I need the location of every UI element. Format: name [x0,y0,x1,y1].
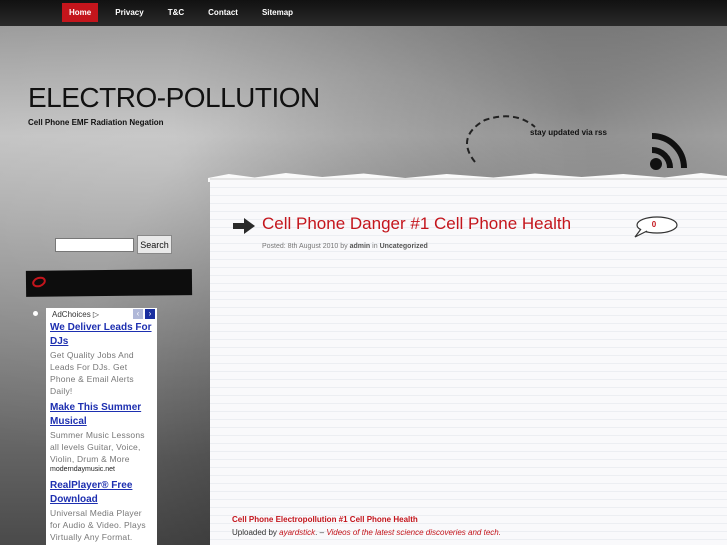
ad-box: AdChoices ▷ ‹ › We Deliver Leads For DJs… [46,308,157,545]
post-title[interactable]: Cell Phone Danger #1 Cell Phone Health [262,214,571,234]
red-swirl-icon [32,276,46,288]
ad-text: Universal Media Player for Audio & Video… [50,508,146,542]
uploaded-by-label: Uploaded by [232,528,277,537]
ad-item: Make This Summer Musical Summer Music Le… [50,401,154,475]
rss-label[interactable]: stay updated via rss [530,128,607,137]
search-button[interactable]: Search [137,235,172,254]
video-credit: Uploaded by ayardstick. – Videos of the … [232,528,501,537]
ad-next-icon[interactable]: › [145,309,155,319]
decorative-circle [466,115,536,163]
arrow-right-icon [233,218,255,234]
post-category[interactable]: Uncategorized [380,243,428,250]
nav-privacy[interactable]: Privacy [108,3,150,22]
post-date: Posted: 8th August 2010 by [262,243,348,250]
ad-text: Get Quality Jobs And Leads For DJs. Get … [50,350,134,396]
post-author[interactable]: admin [350,243,371,250]
adchoices-text: AdChoices [52,310,91,319]
ad-url[interactable]: moderndaymusic.net [50,465,154,475]
video-category-link[interactable]: Videos of the latest science discoveries… [326,528,501,537]
ad-navigation: ‹ › [133,309,157,319]
nav-contact[interactable]: Contact [201,3,245,22]
ad-item: RealPlayer® Free Download Universal Medi… [50,479,154,543]
adchoices-icon: ▷ [92,310,100,319]
ad-item: We Deliver Leads For DJs Get Quality Job… [50,321,154,397]
ad-title[interactable]: RealPlayer® Free Download [50,479,154,507]
search-input[interactable] [55,238,134,252]
nav-home[interactable]: Home [62,3,99,22]
credit-separator: . – [315,528,325,537]
video-caption[interactable]: Cell Phone Electropollution #1 Cell Phon… [232,515,418,524]
ad-text: Summer Music Lessons all levels Guitar, … [50,430,145,464]
site-title[interactable]: ELECTRO-POLLUTION [28,82,320,114]
nav-terms[interactable]: T&C [161,3,191,22]
uploader-link[interactable]: ayardstick [279,528,315,537]
sidebar-widget-header [25,269,193,297]
post-meta-in: in [372,243,378,250]
ad-title[interactable]: Make This Summer Musical [50,401,154,429]
adchoices-label[interactable]: AdChoices ▷ [52,310,99,319]
nav-sitemap[interactable]: Sitemap [255,3,300,22]
ad-title[interactable]: We Deliver Leads For DJs [50,321,154,349]
ad-prev-icon[interactable]: ‹ [133,309,143,319]
rss-icon[interactable] [648,130,696,172]
comment-count[interactable]: 0 [643,220,665,229]
site-tagline: Cell Phone EMF Radiation Negation [28,118,164,127]
top-navigation-bar: Home Privacy T&C Contact Sitemap [0,0,727,26]
list-bullet [33,311,38,316]
main-nav: Home Privacy T&C Contact Sitemap [62,3,310,22]
post-meta: Posted: 8th August 2010 by admin in Unca… [262,243,428,250]
